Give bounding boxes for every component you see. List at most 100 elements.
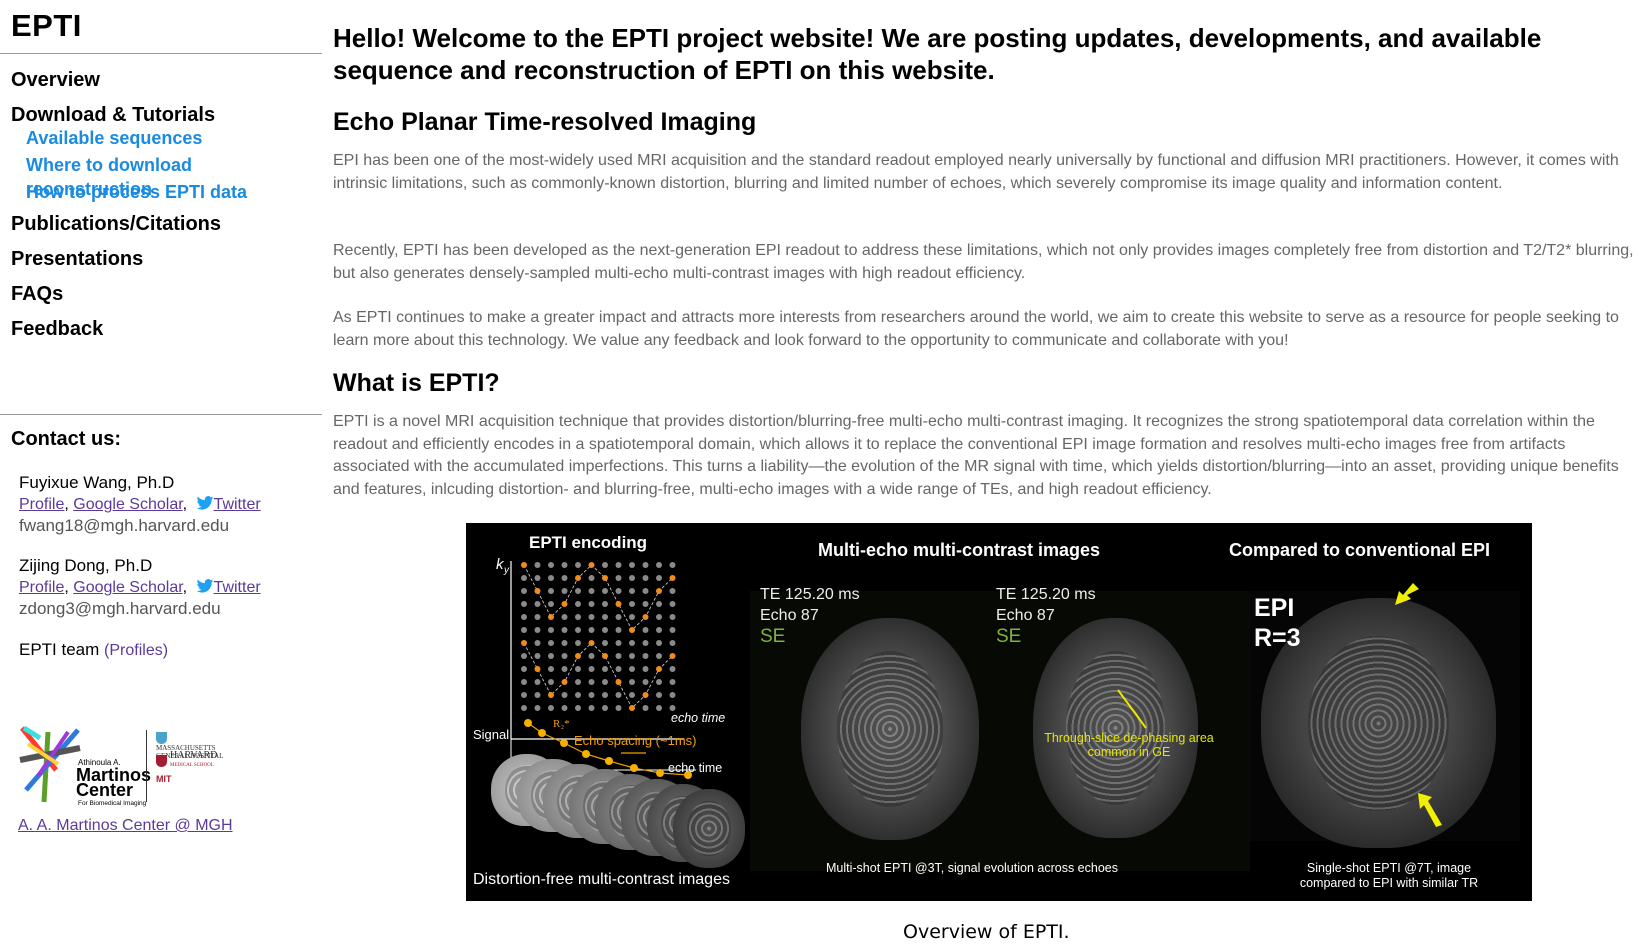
r2-label: R₂* — [553, 718, 570, 730]
martinos-center-link[interactable]: A. A. Martinos Center @ MGH — [18, 817, 233, 835]
kspace-grid-point — [521, 588, 527, 594]
google-scholar-link[interactable]: Google Scholar — [73, 579, 182, 596]
kspace-grid-point — [575, 614, 581, 620]
kspace-sample-point — [656, 588, 662, 594]
kspace-grid-point — [534, 627, 541, 633]
kspace-sample-point — [602, 653, 608, 659]
kspace-grid-point — [561, 705, 568, 711]
kspace-grid-point — [642, 575, 649, 581]
team-line: EPTI team (Profiles) — [19, 640, 168, 660]
kspace-grid-point — [588, 679, 595, 685]
kspace-grid-point — [642, 666, 649, 672]
kspace-grid-point — [588, 692, 595, 698]
kspace-grid-point — [534, 601, 541, 607]
team-profiles-link[interactable]: (Profiles) — [104, 642, 168, 659]
kspace-grid-point — [588, 614, 595, 620]
kspace-grid-point — [656, 679, 662, 685]
kspace-grid-point — [561, 614, 568, 620]
nav-presentations[interactable]: Presentations — [11, 245, 322, 280]
team-label: EPTI team — [19, 640, 100, 659]
kspace-grid-point — [629, 666, 635, 672]
kspace-sample-point — [669, 653, 676, 659]
kspace-grid-point — [642, 627, 649, 633]
contact-name: Zijing Dong, Ph.D — [19, 556, 153, 575]
harvard-shield-icon — [156, 755, 167, 767]
twitter-link[interactable]: Twitter — [214, 496, 261, 513]
kspace-sample-point — [521, 562, 527, 568]
twitter-link[interactable]: Twitter — [214, 579, 261, 596]
kspace-sample-point — [534, 666, 541, 672]
kspace-grid-point — [615, 640, 622, 646]
kspace-sample-point — [669, 575, 676, 581]
contact-card: Zijing Dong, Ph.D Profile, Google Schola… — [19, 556, 261, 618]
nav-download-tutorials[interactable]: Download & Tutorials — [11, 101, 322, 126]
kspace-grid-point — [588, 666, 595, 672]
kspace-sample-point — [588, 640, 595, 646]
harvard-logo: HARVARD MEDICAL SCHOOL — [156, 751, 217, 770]
kspace-grid-point — [629, 614, 635, 620]
kspace-grid-point — [575, 588, 581, 594]
kspace-grid-point — [534, 705, 541, 711]
kspace-grid-point — [575, 562, 581, 568]
yellow-arrow-top-icon — [1395, 583, 1419, 605]
site-title[interactable]: EPTI — [11, 8, 82, 44]
kspace-grid-point — [656, 692, 662, 698]
kspace-sample-point — [615, 601, 622, 607]
kspace-sample-point — [642, 692, 649, 698]
sidebar-nav: Overview Download & Tutorials Available … — [11, 66, 322, 350]
kspace-grid — [521, 562, 676, 711]
logo-subtitle: For Biomedical Imaging — [78, 800, 147, 807]
kspace-sample-point — [629, 705, 635, 711]
nav-faqs[interactable]: FAQs — [11, 280, 322, 315]
contact-name: Fuyixue Wang, Ph.D — [19, 473, 175, 492]
kspace-grid-point — [656, 627, 662, 633]
google-scholar-link[interactable]: Google Scholar — [73, 496, 182, 513]
mit-logo: MIT — [156, 774, 172, 784]
kspace-sample-point — [534, 588, 541, 594]
kspace-grid-point — [669, 601, 676, 607]
kspace-grid-point — [521, 679, 527, 685]
nav-publications[interactable]: Publications/Citations — [11, 210, 322, 245]
kspace-grid-point — [629, 588, 635, 594]
kspace-grid-point — [669, 692, 676, 698]
kspace-grid-point — [548, 705, 554, 711]
divider — [0, 53, 322, 54]
nav-overview[interactable]: Overview — [11, 66, 322, 101]
martinos-logo[interactable]: Athinoula A. Martinos Center For Biomedi… — [18, 724, 233, 810]
profile-link[interactable]: Profile — [19, 496, 64, 513]
svg-text:y: y — [503, 565, 510, 576]
logo-line2: Center — [76, 780, 134, 800]
kspace-grid-point — [548, 679, 554, 685]
kspace-grid-point — [602, 601, 608, 607]
kspace-grid-point — [642, 705, 649, 711]
te-readout-left: TE 125.20 ms Echo 87 SE — [760, 586, 860, 647]
kspace-grid-point — [629, 692, 635, 698]
what-is-paragraph: EPTI is a novel MRI acquisition techniqu… — [333, 413, 1619, 498]
nav-download-reconstruction[interactable]: Where to download reconstruction — [26, 153, 322, 199]
kspace-grid-point — [548, 640, 554, 646]
nav-available-sequences[interactable]: Available sequences — [26, 126, 322, 153]
nav-process-data[interactable]: How to process EPTI data — [26, 180, 322, 210]
kspace-grid-point — [615, 588, 622, 594]
kspace-grid-point — [602, 692, 608, 698]
signal-label: Signal — [473, 727, 509, 742]
kspace-grid-point — [534, 640, 541, 646]
kspace-grid-point — [669, 679, 676, 685]
kspace-grid-point — [629, 679, 635, 685]
kspace-grid-point — [548, 653, 554, 659]
kspace-sample-point — [575, 575, 581, 581]
kspace-grid-point — [521, 575, 527, 581]
nav-feedback[interactable]: Feedback — [11, 315, 322, 350]
profile-link[interactable]: Profile — [19, 579, 64, 596]
kspace-grid-point — [602, 562, 608, 568]
kspace-grid-point — [615, 692, 622, 698]
contact-title: Contact us: — [11, 428, 121, 450]
kspace-grid-point — [575, 601, 581, 607]
section-title-epti: Echo Planar Time-resolved Imaging — [333, 108, 757, 136]
kspace-grid-point — [575, 692, 581, 698]
brain-image-se — [801, 618, 979, 840]
twitter-icon — [196, 496, 213, 510]
kspace-grid-point — [588, 705, 595, 711]
brain-slice-image — [673, 789, 745, 868]
section-title-what-is-epti: What is EPTI? — [333, 369, 500, 397]
